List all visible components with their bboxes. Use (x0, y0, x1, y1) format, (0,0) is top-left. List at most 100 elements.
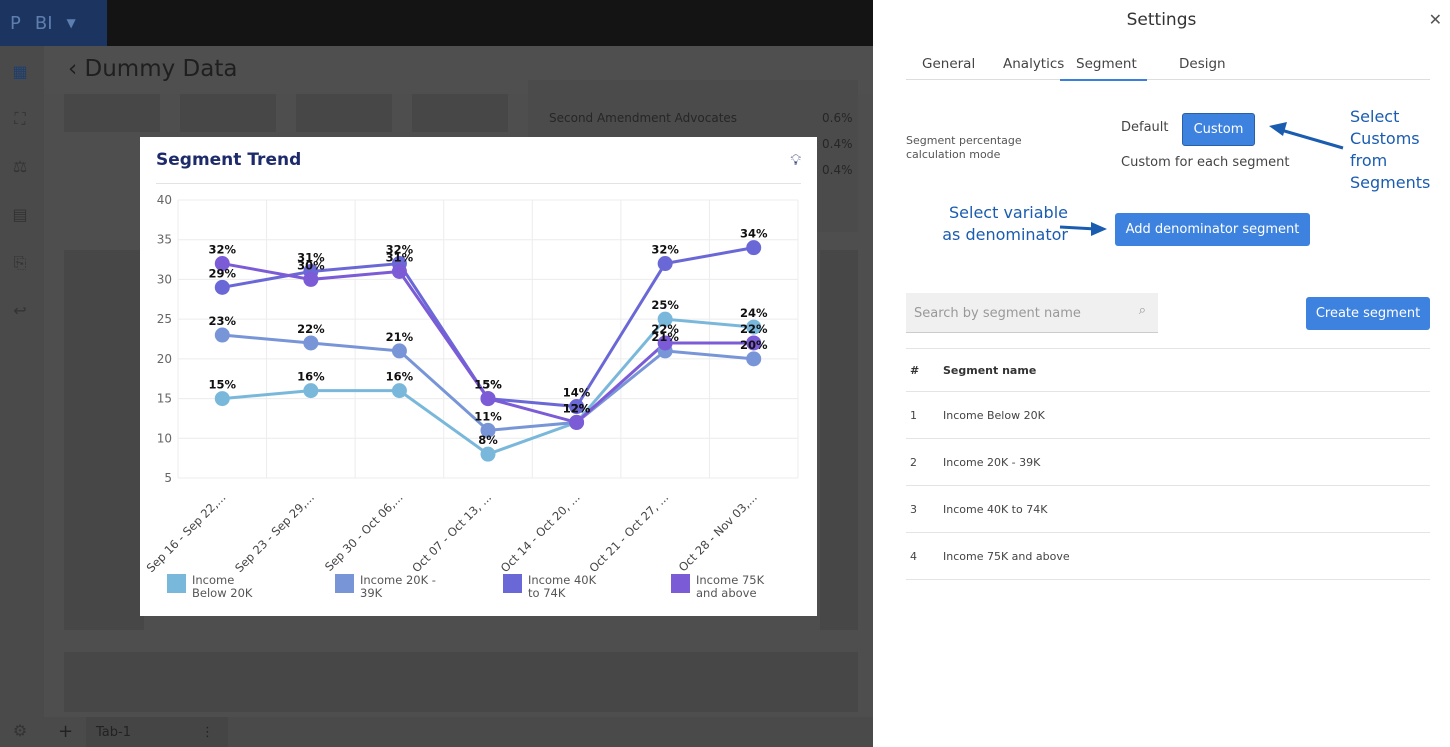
x-tick-label: Sep 23 - Sep 29,... (232, 490, 317, 575)
data-label: 8% (478, 433, 498, 447)
tab-1[interactable]: Tab-1 ⋮ (86, 717, 228, 747)
back-icon[interactable]: ‹ (68, 56, 85, 82)
data-point (214, 327, 230, 343)
data-point (391, 383, 407, 399)
arrow-icon (1059, 225, 1097, 231)
legend-item[interactable]: Income Below 20K (167, 574, 272, 600)
header-segment-name: Segment name (943, 363, 1037, 377)
data-label: 34% (740, 227, 768, 241)
data-point (746, 240, 762, 256)
data-point (214, 279, 230, 295)
y-tick-label: 10 (157, 431, 172, 445)
gear-icon[interactable]: ⚙ (10, 721, 30, 741)
y-tick-label: 5 (164, 471, 172, 485)
data-label: 22% (651, 322, 679, 336)
data-label: 20% (740, 338, 768, 352)
list-value: 0.4% (822, 163, 853, 177)
data-label: 14% (563, 386, 591, 400)
legend-label: Income 75K and above (696, 573, 765, 600)
x-tick-label: Oct 21 - Oct 27, ... (586, 490, 671, 575)
list-value: 0.6% (822, 111, 853, 125)
data-point (569, 414, 585, 430)
report-icon[interactable]: ⎘ (10, 253, 30, 273)
legend-item[interactable]: Income 20K - 39K (335, 574, 440, 600)
legend-swatch (671, 574, 690, 593)
list-value: 0.4% (822, 137, 853, 151)
dashboard-icon[interactable]: ▦ (10, 62, 30, 82)
data-label: 22% (740, 322, 768, 336)
y-tick-label: 35 (157, 233, 172, 247)
data-label: 11% (474, 409, 502, 423)
scale-icon[interactable]: ⚖ (10, 157, 30, 177)
data-label: 15% (209, 378, 237, 392)
annotation-arrows (1059, 122, 1344, 236)
legend-swatch (167, 574, 186, 593)
data-label: 25% (651, 298, 679, 312)
arrow-icon (1280, 128, 1344, 150)
row-number: 3 (910, 502, 917, 516)
table-row[interactable]: 3 Income 40K to 74K (906, 485, 1430, 533)
segment-table: # Segment name 1 Income Below 20K 2 Income … (906, 348, 1430, 580)
tile (64, 250, 144, 630)
data-label: 29% (209, 266, 237, 280)
legend-label: Income 40K to 74K (528, 573, 597, 600)
tile (412, 94, 508, 132)
search-icon[interactable]: ⌕ (1139, 303, 1146, 318)
data-label: 15% (474, 378, 502, 392)
y-tick-label: 15 (157, 392, 172, 406)
data-label: 22% (297, 322, 325, 336)
row-number: 4 (910, 549, 917, 563)
chart-icon[interactable]: ▤ (10, 205, 30, 225)
data-label: 32% (651, 243, 679, 257)
data-point (480, 446, 496, 462)
segment-search-input[interactable]: Search by segment name ⌕ (906, 293, 1158, 333)
table-header: # Segment name (906, 348, 1430, 392)
undo-icon[interactable]: ↩ (10, 301, 30, 321)
legend-item[interactable]: Income 75K and above (671, 574, 776, 600)
data-point (303, 383, 319, 399)
legend-swatch (335, 574, 354, 593)
table-row[interactable]: 4 Income 75K and above (906, 532, 1430, 580)
add-tab-icon[interactable]: + (58, 721, 73, 742)
data-point (746, 351, 762, 367)
data-point (303, 335, 319, 351)
data-point (214, 391, 230, 407)
header-number: # (910, 363, 920, 377)
create-segment-button[interactable]: Create segment (1306, 297, 1430, 330)
legend-swatch (503, 574, 522, 593)
legend-item[interactable]: Income 40K to 74K (503, 574, 608, 600)
settings-panel: Settings ✕ General Analytics Segment Des… (873, 0, 1450, 747)
row-number: 2 (910, 455, 917, 469)
data-point (657, 256, 673, 272)
page-title: Dummy Data (84, 56, 238, 82)
data-label: 12% (563, 401, 591, 415)
tile (64, 652, 858, 712)
legend-label: Income Below 20K (192, 573, 253, 600)
table-row[interactable]: 2 Income 20K - 39K (906, 438, 1430, 486)
tab-bar: + Tab-1 ⋮ (44, 717, 873, 747)
x-tick-label: Oct 28 - Nov 03,... (676, 490, 760, 574)
y-tick-label: 30 (157, 272, 172, 286)
scan-icon[interactable]: ⛶ (10, 109, 30, 129)
y-tick-label: 20 (157, 352, 172, 366)
segment-name: Income 75K and above (943, 549, 1070, 563)
data-label: 16% (297, 370, 325, 384)
table-row[interactable]: 1 Income Below 20K (906, 391, 1430, 439)
data-point (480, 391, 496, 407)
app-name: BI (34, 12, 53, 34)
tile (820, 250, 858, 630)
list-label: Second Amendment Advocates (549, 111, 738, 125)
more-icon[interactable]: ⋮ (201, 725, 214, 740)
data-label: 30% (297, 258, 325, 272)
data-label: 31% (386, 250, 414, 264)
data-label: 32% (209, 243, 237, 257)
data-label: 24% (740, 306, 768, 320)
line-chart: 5 10 15 20 25 30 35 40 Sep 16 - Sep 22,... Sep 23… (144, 193, 799, 575)
data-label: 23% (209, 314, 237, 328)
left-nav: ▦ ⛶ ⚖ ▤ ⎘ ↩ ⚙ (0, 46, 44, 747)
legend-label: Income 20K - 39K (360, 573, 436, 600)
segment-trend-card: Segment Trend 💡︎ 5 10 15 20 25 30 35 40 Sep 16 -… (140, 137, 817, 616)
y-tick-label: 40 (157, 193, 172, 207)
tile (296, 94, 392, 132)
app-switcher[interactable]: P BI ▼ (0, 0, 107, 46)
